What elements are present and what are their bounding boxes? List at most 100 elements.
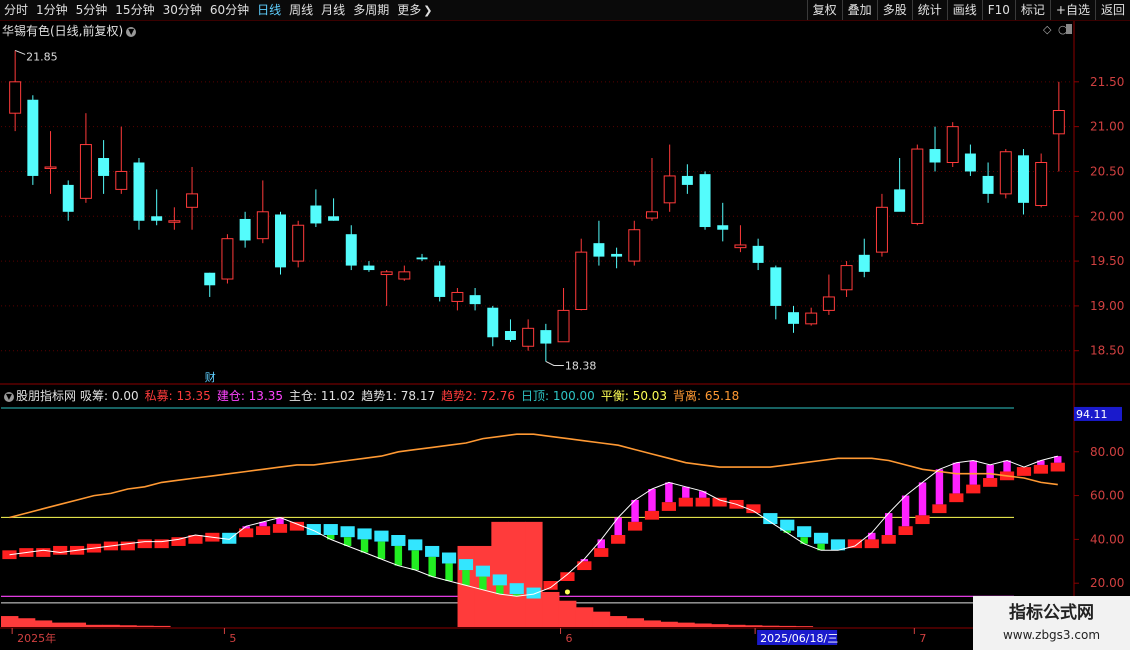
candle-body-down (328, 216, 340, 221)
trend-cyan-step (391, 535, 406, 546)
trend-magenta-bar (614, 517, 622, 535)
candle-body-up (557, 309, 570, 343)
trend-magenta-bar (901, 495, 910, 527)
trend-magenta-bar (952, 462, 961, 494)
candle-body-down (611, 253, 623, 257)
candle-body-down (204, 272, 216, 286)
price-tick-label: 19.50 (1090, 254, 1124, 268)
trend-green-bar (360, 539, 369, 553)
candle-body-down (982, 175, 994, 194)
trend-cyan-step (357, 528, 372, 540)
trend-magenta-bar (868, 532, 876, 540)
trend-red-step (695, 497, 710, 507)
trend-red-step (644, 510, 660, 520)
trend-red-step (983, 478, 998, 487)
trend-cyan-step (509, 583, 524, 595)
candle-body-down (681, 175, 693, 185)
trend-magenta-bar (682, 486, 690, 498)
candle-body-down (1017, 155, 1029, 203)
private-fund-bar (508, 521, 526, 627)
candle-body-up (575, 251, 588, 310)
trend-red-step (966, 484, 981, 494)
candle-body-up (628, 229, 641, 262)
candle-body-up (398, 271, 411, 280)
trend-red-step (898, 526, 913, 535)
volume-tail-bar (609, 616, 628, 627)
divergence-line (9, 433, 1058, 519)
candle-body-down (752, 245, 764, 263)
trend-red-step (543, 581, 558, 590)
trend-cyan-step (374, 530, 389, 542)
candle-body-up (1035, 161, 1048, 207)
candle-body-up (115, 170, 128, 190)
trend-cyan-step (526, 587, 541, 599)
ind-tick-label: 40.00 (1090, 532, 1124, 546)
candle-body-down (239, 218, 251, 241)
trend-red-step (712, 497, 727, 507)
trend-cyan-step (813, 532, 829, 544)
trend-magenta-bar (648, 489, 656, 511)
date-label: 2025/06/18/三 (760, 632, 838, 645)
candle-body-down (770, 267, 782, 306)
price-tick-label: 19.00 (1090, 299, 1124, 313)
trend-green-bar (462, 570, 470, 586)
price-tick-label: 21.50 (1090, 75, 1124, 89)
candle-body-up (875, 206, 888, 253)
trend-green-bar (326, 535, 335, 540)
candle-body-down (345, 234, 357, 266)
trend-red-step (560, 572, 575, 581)
trend-magenta-bar (986, 464, 994, 479)
trend-red-step (1050, 462, 1065, 472)
volume-tail-bar (592, 611, 611, 627)
trend-green-bar (496, 585, 504, 595)
volume-tail-bar (102, 624, 120, 627)
candle-body-down (717, 225, 729, 230)
trend-red-step (255, 526, 271, 535)
candle-body-down (699, 174, 711, 228)
price-tick-label: 20.50 (1090, 164, 1124, 178)
volume-tail-bar (1, 616, 19, 627)
volume-tail-bar (677, 622, 695, 627)
low-marker-line (545, 361, 564, 366)
volume-tail-bar (795, 626, 814, 627)
trend-magenta-bar (969, 460, 977, 485)
trend-red-step (577, 561, 592, 571)
trend-cyan-step (458, 559, 474, 571)
trend-magenta-bar (935, 469, 944, 505)
candle-body-down (434, 265, 446, 297)
trend-red-step (932, 504, 947, 514)
trend-magenta-bar (1003, 460, 1011, 472)
candle-body-up (380, 271, 393, 276)
candle-body-up (999, 151, 1012, 195)
candle-body-up (221, 238, 234, 280)
trend-red-step (36, 548, 51, 557)
trend-cyan-step (340, 526, 355, 538)
volume-tail-bar (542, 591, 560, 627)
candle-body-down (894, 189, 906, 212)
trend-magenta-bar (918, 482, 927, 516)
trend-red-step (1033, 464, 1048, 474)
trend-cyan-step (797, 526, 812, 538)
candle-body-up (822, 296, 835, 311)
trend-cyan-step (408, 539, 423, 551)
trend-green-bar (428, 556, 436, 577)
candle-body-up (451, 291, 464, 302)
volume-tail-bar (711, 624, 729, 627)
trend-red-step (949, 493, 964, 503)
volume-tail-bar (136, 625, 154, 627)
candle-body-up (79, 144, 92, 199)
trend-magenta-bar (665, 482, 673, 503)
candle-body-up (256, 211, 269, 240)
candle-body-down (469, 295, 481, 305)
candle-body-up (522, 327, 535, 347)
trend-red-step (678, 497, 693, 507)
volume-tail-bar (643, 620, 661, 627)
trend-cyan-step (323, 524, 338, 535)
volume-tail-bar (68, 622, 87, 627)
private-fund-bar (457, 545, 475, 627)
candle-body-up (9, 81, 22, 114)
trend-cyan-step (425, 545, 440, 557)
low-price-label: 18.38 (565, 359, 597, 372)
trend-red-step (881, 535, 896, 544)
price-tick-label: 21.00 (1090, 120, 1124, 134)
